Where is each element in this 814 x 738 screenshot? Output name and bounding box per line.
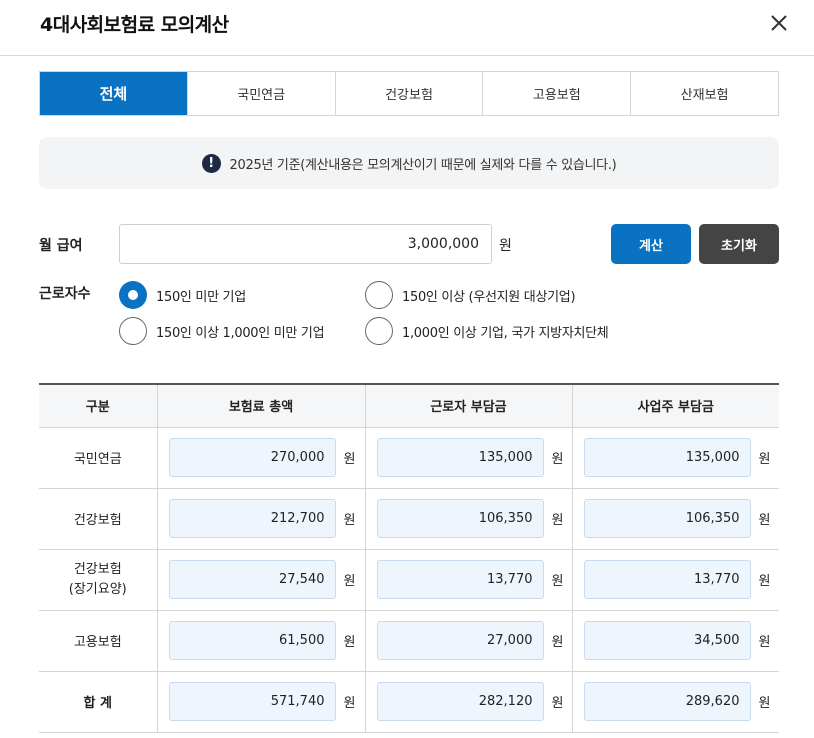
radio-label: 150인 미만 기업 <box>156 289 246 305</box>
won-unit: 원 <box>758 452 771 467</box>
tab-national-pension[interactable]: 국민연금 <box>186 72 335 115</box>
amount-field[interactable] <box>168 438 336 477</box>
notice-text: 2025년 기준(계산내용은 모의계산이기 때문에 실제와 다를 수 있습니다.… <box>229 157 617 173</box>
table-row: 건강보험 원 원 원 <box>39 488 779 550</box>
amount-field[interactable] <box>376 682 544 721</box>
radio-over-1000[interactable]: 1,000인 이상 기업, 국가 지방자치단체 <box>365 317 609 345</box>
header-total: 보험료 총액 <box>156 384 365 428</box>
salary-input[interactable] <box>119 224 492 264</box>
amount-field[interactable] <box>168 499 336 538</box>
row-label: 건강보험 (장기요양) <box>39 549 157 611</box>
tab-all[interactable]: 전체 <box>40 72 187 115</box>
amount-field[interactable] <box>583 438 751 477</box>
won-unit: 원 <box>758 696 771 711</box>
salary-label: 월 급여 <box>39 238 83 254</box>
header-worker: 근로자 부담금 <box>364 384 572 428</box>
amount-field[interactable] <box>376 621 544 660</box>
amount-field[interactable] <box>376 560 544 599</box>
amount-field[interactable] <box>376 438 544 477</box>
total-label: 합 계 <box>39 671 157 733</box>
won-unit: 원 <box>758 635 771 650</box>
radio-unchecked-icon <box>365 281 393 309</box>
won-unit: 원 <box>758 574 771 589</box>
won-unit: 원 <box>551 452 564 467</box>
table-row: 고용보험 원 원 원 <box>39 610 779 672</box>
table-row: 국민연금 원 원 원 <box>39 427 779 489</box>
amount-field[interactable] <box>168 560 336 599</box>
won-unit: 원 <box>758 513 771 528</box>
tab-industrial-insurance[interactable]: 산재보험 <box>630 72 778 115</box>
won-unit: 원 <box>343 696 356 711</box>
won-unit: 원 <box>343 452 356 467</box>
result-table: 구분 보험료 총액 근로자 부담금 사업주 부담금 국민연금 원 원 원 건강보… <box>39 383 779 733</box>
won-unit: 원 <box>551 513 564 528</box>
amount-field[interactable] <box>168 682 336 721</box>
amount-field[interactable] <box>376 499 544 538</box>
radio-under-150[interactable]: 150인 미만 기업 <box>119 281 246 309</box>
close-icon[interactable] <box>764 8 794 38</box>
radio-unchecked-icon <box>365 317 393 345</box>
salary-unit: 원 <box>499 238 512 254</box>
table-total-row: 합 계 원 원 원 <box>39 671 779 733</box>
modal-title: 4대사회보험료 모의계산 <box>40 14 229 36</box>
won-unit: 원 <box>343 574 356 589</box>
tab-employment-insurance[interactable]: 고용보험 <box>482 72 630 115</box>
won-unit: 원 <box>343 635 356 650</box>
amount-field[interactable] <box>583 560 751 599</box>
tab-bar: 전체 국민연금 건강보험 고용보험 산재보험 <box>39 71 779 116</box>
table-header-row: 구분 보험료 총액 근로자 부담금 사업주 부담금 <box>39 384 779 428</box>
tab-health-insurance[interactable]: 건강보험 <box>334 72 483 115</box>
header-employer: 사업주 부담금 <box>571 384 779 428</box>
table-row: 건강보험 (장기요양) 원 원 원 <box>39 549 779 611</box>
row-label-line1: 건강보험 <box>73 562 122 577</box>
radio-checked-icon <box>119 281 147 309</box>
won-unit: 원 <box>551 635 564 650</box>
calculate-button[interactable]: 계산 <box>611 224 691 264</box>
radio-label: 1,000인 이상 기업, 국가 지방자치단체 <box>402 325 609 341</box>
row-label: 국민연금 <box>39 427 157 489</box>
won-unit: 원 <box>551 696 564 711</box>
amount-field[interactable] <box>583 499 751 538</box>
modal-header: 4대사회보험료 모의계산 <box>0 0 814 56</box>
amount-field[interactable] <box>583 621 751 660</box>
radio-150-to-1000[interactable]: 150인 이상 1,000인 미만 기업 <box>119 317 325 345</box>
amount-field[interactable] <box>583 682 751 721</box>
radio-label: 150인 이상 (우선지원 대상기업) <box>402 289 576 305</box>
won-unit: 원 <box>343 513 356 528</box>
amount-field[interactable] <box>168 621 336 660</box>
radio-150-priority[interactable]: 150인 이상 (우선지원 대상기업) <box>365 281 576 309</box>
reset-button[interactable]: 초기화 <box>699 224 779 264</box>
row-label: 고용보험 <box>39 610 157 672</box>
workers-label: 근로자수 <box>39 286 91 302</box>
header-category: 구분 <box>39 384 157 428</box>
row-label: 건강보험 <box>39 488 157 550</box>
row-label-line2: (장기요양) <box>68 581 127 597</box>
radio-label: 150인 이상 1,000인 미만 기업 <box>156 325 325 341</box>
radio-unchecked-icon <box>119 317 147 345</box>
exclamation-icon: ! <box>201 153 221 173</box>
notice-box: ! 2025년 기준(계산내용은 모의계산이기 때문에 실제와 다를 수 있습니… <box>39 137 779 189</box>
won-unit: 원 <box>551 574 564 589</box>
